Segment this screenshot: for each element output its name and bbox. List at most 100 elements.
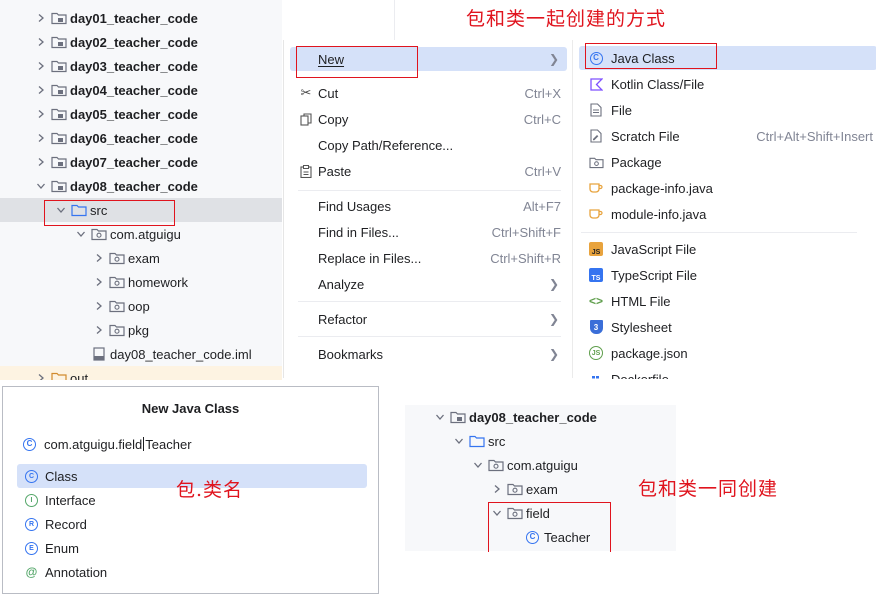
enum-icon: E — [25, 541, 38, 555]
tree-row-day05[interactable]: day05_teacher_code — [0, 102, 282, 126]
result-row-com-atguigu[interactable]: com.atguigu — [405, 453, 676, 477]
submenu-item-shortcut: Ctrl+Alt+Shift+Insert — [756, 128, 873, 144]
result-row-day08[interactable]: day08_teacher_code — [405, 405, 676, 429]
submenu-item-scratch-file[interactable]: Scratch File Ctrl+Alt+Shift+Insert — [579, 124, 876, 148]
tree-row-label: com.atguigu — [507, 457, 578, 473]
menu-item-replace-in-files[interactable]: Replace in Files... Ctrl+Shift+R — [290, 246, 567, 270]
menu-item-analyze[interactable]: Analyze ❯ — [290, 272, 567, 296]
submenu-item-kotlin[interactable]: Kotlin Class/File — [579, 72, 876, 96]
kind-item-record[interactable]: R Record — [17, 512, 367, 536]
chevron-right-icon[interactable] — [92, 299, 106, 313]
editor-divider — [394, 0, 395, 40]
project-tree: day01_teacher_code day02_teacher_code da… — [0, 0, 282, 380]
submenu-item-module-info[interactable]: module-info.java — [579, 202, 876, 226]
chevron-right-icon[interactable] — [92, 323, 106, 337]
menu-item-label: Find Usages — [318, 198, 391, 214]
tree-row-exam[interactable]: exam — [0, 246, 282, 270]
typescript-icon: TS — [587, 267, 605, 283]
annotation-result: 包和类一同创建 — [638, 478, 779, 500]
crop-gap — [282, 379, 876, 386]
chevron-down-icon[interactable] — [34, 179, 48, 193]
tree-row-day03[interactable]: day03_teacher_code — [0, 54, 282, 78]
chevron-down-icon[interactable] — [433, 410, 447, 424]
menu-item-paste[interactable]: Paste Ctrl+V — [290, 159, 567, 183]
module-folder-icon — [51, 83, 67, 97]
class-name-input[interactable]: C com.atguigu.field Teacher — [23, 434, 363, 454]
menu-separator — [298, 336, 561, 337]
chevron-right-icon[interactable] — [34, 11, 48, 25]
submenu-item-label: Kotlin Class/File — [611, 76, 705, 92]
kotlin-icon — [587, 76, 605, 92]
kind-item-enum[interactable]: E Enum — [17, 536, 367, 560]
submenu-item-package-info[interactable]: package-info.java — [579, 176, 876, 200]
package-icon — [488, 458, 504, 472]
chevron-right-icon[interactable] — [490, 482, 504, 496]
menu-item-refactor[interactable]: Refactor ❯ — [290, 307, 567, 331]
tree-row-label: day08_teacher_code — [70, 178, 198, 194]
package-icon — [507, 482, 523, 496]
chevron-down-icon[interactable] — [452, 434, 466, 448]
text-cursor — [143, 437, 145, 451]
menu-item-label: Copy Path/Reference... — [318, 137, 454, 153]
menu-item-copy-path[interactable]: Copy Path/Reference... — [290, 133, 567, 157]
highlight-box-src — [44, 200, 175, 226]
submenu-item-javascript[interactable]: JS JavaScript File — [579, 237, 876, 261]
tree-row-oop[interactable]: oop — [0, 294, 282, 318]
submenu-item-label: Stylesheet — [611, 319, 672, 335]
record-icon: R — [25, 517, 38, 531]
chevron-right-icon[interactable] — [34, 107, 48, 121]
kind-item-annotation[interactable]: @ Annotation — [17, 560, 367, 584]
submenu-item-package-json[interactable]: JS package.json — [579, 341, 876, 365]
tree-row-label: com.atguigu — [110, 226, 181, 242]
chevron-down-icon[interactable] — [74, 227, 88, 241]
module-folder-icon — [450, 410, 466, 424]
context-menu: New ❯ ✂ Cut Ctrl+X Copy Ctrl+C Copy Path… — [283, 40, 570, 378]
submenu-item-file[interactable]: File — [579, 98, 876, 122]
result-row-src[interactable]: src — [405, 429, 676, 453]
menu-item-label: Refactor — [318, 311, 368, 327]
package-icon — [109, 323, 125, 337]
chevron-right-icon[interactable] — [34, 59, 48, 73]
chevron-right-icon[interactable] — [34, 83, 48, 97]
chevron-right-icon[interactable] — [34, 371, 48, 380]
tree-row-pkg[interactable]: pkg — [0, 318, 282, 342]
input-text-after-cursor: Teacher — [145, 436, 192, 452]
menu-item-find-in-files[interactable]: Find in Files... Ctrl+Shift+F — [290, 220, 567, 244]
tree-row-day01[interactable]: day01_teacher_code — [0, 6, 282, 30]
chevron-right-icon[interactable] — [34, 131, 48, 145]
menu-item-find-usages[interactable]: Find Usages Alt+F7 — [290, 194, 567, 218]
submenu-item-stylesheet[interactable]: 3 Stylesheet — [579, 315, 876, 339]
tree-row-day04[interactable]: day04_teacher_code — [0, 78, 282, 102]
tree-row-label: pkg — [128, 322, 149, 338]
menu-item-cut[interactable]: ✂ Cut Ctrl+X — [290, 81, 567, 105]
java-class-icon: C — [23, 437, 36, 451]
result-row-exam[interactable]: exam — [405, 477, 676, 501]
package-icon — [109, 275, 125, 289]
tree-row-homework[interactable]: homework — [0, 270, 282, 294]
tree-row-iml[interactable]: day08_teacher_code.iml — [0, 342, 282, 366]
tree-row-day08[interactable]: day08_teacher_code — [0, 174, 282, 198]
tree-row-label: exam — [128, 250, 160, 266]
tree-row-out[interactable]: out — [0, 366, 282, 380]
menu-item-shortcut: Ctrl+V — [524, 163, 561, 179]
submenu-item-typescript[interactable]: TS TypeScript File — [579, 263, 876, 287]
chevron-down-icon[interactable] — [471, 458, 485, 472]
iml-file-icon — [91, 347, 107, 361]
chevron-right-icon[interactable] — [34, 35, 48, 49]
chevron-right-icon[interactable] — [34, 155, 48, 169]
chevron-right-icon[interactable] — [92, 275, 106, 289]
submenu-item-html[interactable]: <> HTML File — [579, 289, 876, 313]
input-text-before-cursor: com.atguigu.field — [44, 436, 143, 452]
paste-icon — [296, 164, 316, 178]
tree-row-day06[interactable]: day06_teacher_code — [0, 126, 282, 150]
menu-item-bookmarks[interactable]: Bookmarks ❯ — [290, 342, 567, 366]
menu-item-copy[interactable]: Copy Ctrl+C — [290, 107, 567, 131]
tree-row-day02[interactable]: day02_teacher_code — [0, 30, 282, 54]
submenu-item-package[interactable]: Package — [579, 150, 876, 174]
kind-label: Annotation — [45, 564, 108, 580]
tree-row-label: day06_teacher_code — [70, 130, 198, 146]
chevron-right-icon[interactable] — [92, 251, 106, 265]
excluded-folder-icon — [51, 371, 67, 380]
tree-row-day07[interactable]: day07_teacher_code — [0, 150, 282, 174]
css-icon: 3 — [587, 319, 605, 335]
